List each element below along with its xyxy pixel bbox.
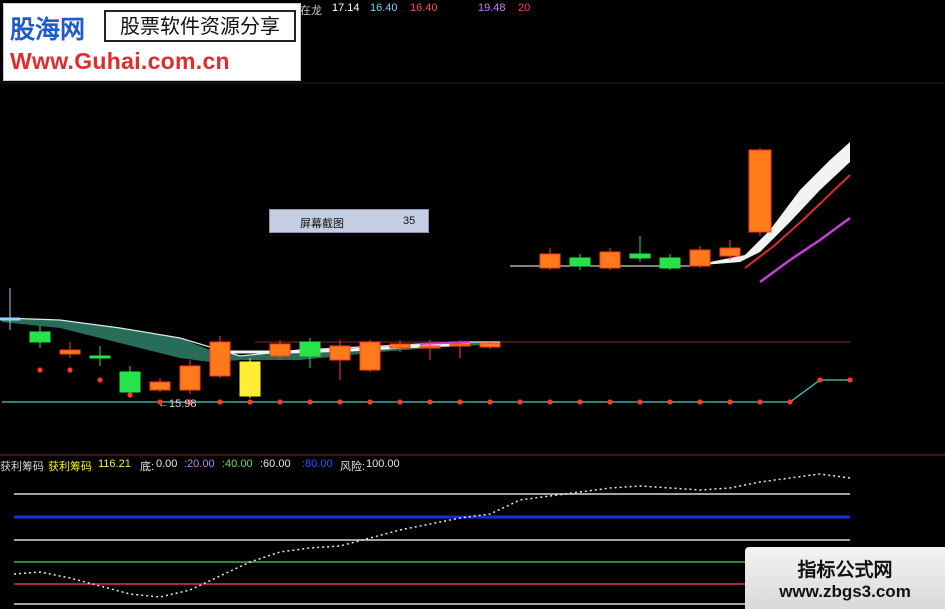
signal-dot (667, 399, 673, 405)
signal-dot (517, 399, 523, 405)
candle-body (29, 331, 51, 343)
level-20-label: :20.00 (184, 458, 215, 470)
candle-body (629, 253, 651, 259)
signal-dot (607, 399, 613, 405)
signal-dot (847, 377, 853, 383)
candle-body (209, 341, 231, 377)
candle-body (119, 371, 141, 393)
risk-label: 风险: (340, 461, 366, 473)
logo-brand: 股海网 (10, 15, 86, 44)
candle-body (659, 257, 681, 269)
signal-dot (547, 399, 553, 405)
stock-title-partial: 在龙 (300, 5, 322, 17)
signal-dot (637, 399, 643, 405)
readout-value: 17.14 (332, 2, 360, 14)
signal-dot (277, 399, 283, 405)
signal-dot (757, 399, 763, 405)
tooltip-label: 屏幕截图 (300, 218, 344, 230)
signal-dot (337, 399, 343, 405)
candle-body (719, 247, 741, 257)
signal-dot (487, 399, 493, 405)
signal-dot (97, 377, 103, 383)
candle-body (539, 253, 561, 269)
screenshot-tooltip: 屏幕截图 35 (269, 209, 429, 233)
indicator-name-secondary: 获利筹码 (48, 461, 92, 473)
candle-body (748, 149, 772, 233)
signal-dot (67, 367, 73, 373)
bottom-label: 底: (140, 461, 155, 473)
candle-body (59, 349, 81, 355)
readout-value: 19.48 (478, 2, 506, 14)
bottom-value: 0.00 (156, 458, 178, 470)
readout-value: 20 (518, 2, 531, 14)
candle-body (569, 257, 591, 267)
candle-body (329, 345, 351, 361)
signal-dot (367, 399, 373, 405)
candle-body (149, 381, 171, 391)
candle-body (689, 249, 711, 267)
candle-body (299, 341, 321, 357)
signal-dot (127, 392, 133, 398)
logo-slogan: 股票软件资源分享 (104, 10, 296, 42)
signal-dot (247, 399, 253, 405)
signal-dot (397, 399, 403, 405)
level-40-label: :40.00 (222, 458, 253, 470)
logo-url: Www.Guhai.com.cn (10, 48, 230, 74)
chart-gridlines (0, 82, 945, 456)
signal-dot (457, 399, 463, 405)
guhai-logo: 股海网 股票软件资源分享 Www.Guhai.com.cn (3, 3, 301, 81)
candle-body (419, 345, 441, 349)
zbgs-watermark: 指标公式网 www.zbgs3.com (745, 547, 945, 609)
signal-dot (37, 367, 43, 373)
watermark-title: 指标公式网 (797, 559, 893, 581)
candle-body (239, 361, 261, 397)
candle-body (0, 317, 21, 321)
candle-body (479, 342, 501, 348)
moving-average-band (1, 142, 851, 403)
signal-dot (787, 399, 793, 405)
price-low-marker: ←15.98 (158, 398, 197, 410)
indicator-panel (13, 473, 851, 605)
signal-dot (577, 399, 583, 405)
signal-dot (697, 399, 703, 405)
risk-value: 100.00 (366, 458, 400, 470)
indicator-name: 获利筹码 (0, 461, 44, 473)
level-80-label: :80.00 (302, 458, 333, 470)
candle-body (449, 343, 471, 347)
readout-value: 16.40 (370, 2, 398, 14)
candle-body (179, 365, 201, 391)
readout-value: 16.40 (410, 2, 438, 14)
candle-body (89, 355, 111, 359)
indicator-curve (13, 473, 851, 598)
signal-dot (427, 399, 433, 405)
kline-chart[interactable] (0, 0, 945, 609)
candle-body (269, 343, 291, 357)
signal-dot (817, 377, 823, 383)
watermark-url: www.zbgs3.com (779, 582, 911, 601)
indicator-value: 116.21 (98, 458, 131, 470)
candlesticks (0, 148, 772, 398)
candle-body (599, 251, 621, 269)
signal-dot (727, 399, 733, 405)
tooltip-value: 35 (403, 215, 416, 227)
signal-dot (217, 399, 223, 405)
signal-dot (307, 399, 313, 405)
candle-body (359, 341, 381, 371)
candle-body (389, 343, 411, 349)
level-60-label: :60.00 (260, 458, 291, 470)
support-line-rise (789, 379, 850, 403)
